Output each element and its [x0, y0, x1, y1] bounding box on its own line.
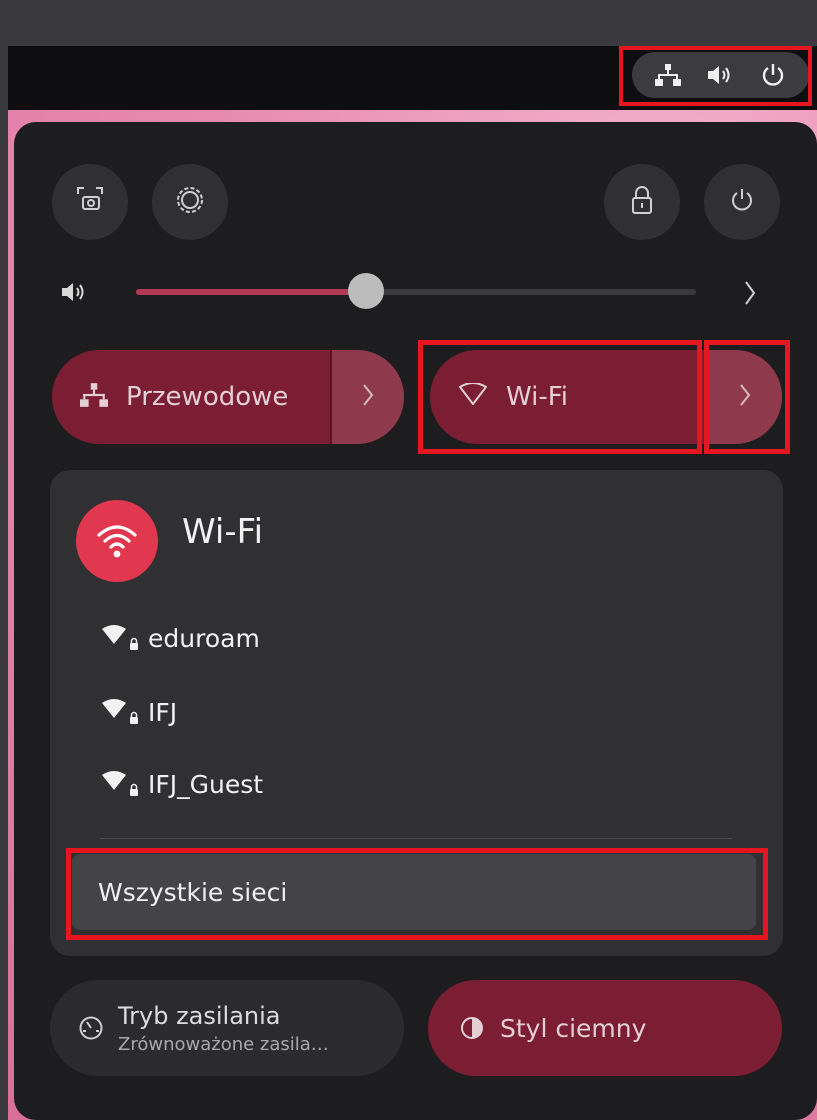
network-item-eduroam[interactable]: eduroam	[100, 618, 260, 658]
power-mode-title: Tryb zasilania	[118, 1001, 281, 1030]
settings-button[interactable]	[152, 164, 228, 240]
wifi-arrow-highlight	[704, 340, 790, 454]
settings-icon	[174, 184, 206, 220]
window-top-edge	[0, 0, 817, 46]
power-off-button[interactable]	[704, 164, 780, 240]
dark-style-label: Styl ciemny	[500, 1013, 647, 1043]
volume-icon	[60, 278, 92, 306]
chevron-right-icon	[360, 380, 376, 414]
dark-style-toggle[interactable]: Styl ciemny	[428, 980, 782, 1076]
power-mode-icon	[78, 1015, 104, 1041]
screenshot-button[interactable]	[52, 164, 128, 240]
volume-fill	[136, 289, 366, 295]
volume-menu-chevron-icon[interactable]	[740, 278, 760, 308]
network-name: eduroam	[148, 623, 260, 653]
network-wired-icon	[80, 382, 108, 412]
lock-button[interactable]	[604, 164, 680, 240]
tray-highlight	[619, 46, 812, 106]
network-item-ifj-guest[interactable]: IFJ_Guest	[100, 764, 263, 804]
volume-slider[interactable]	[136, 273, 696, 309]
network-name: IFJ_Guest	[148, 769, 264, 799]
wired-label: Przewodowe	[126, 382, 289, 412]
power-mode-subtitle: Zrównoważone zasila…	[118, 1033, 329, 1055]
background-edge	[0, 46, 8, 1120]
wifi-menu-title: Wi-Fi	[182, 512, 264, 552]
wifi-icon	[76, 500, 158, 582]
wired-toggle[interactable]: Przewodowe	[52, 350, 404, 444]
screenshot-icon	[75, 185, 105, 219]
wired-toggle-main[interactable]: Przewodowe	[52, 350, 288, 444]
volume-slider-handle[interactable]	[348, 273, 384, 309]
network-item-ifj[interactable]: IFJ	[100, 692, 177, 732]
network-name: IFJ	[148, 697, 178, 727]
wifi-secured-icon	[100, 769, 140, 799]
dark-style-icon	[460, 1016, 484, 1040]
power-off-icon	[728, 186, 756, 218]
wifi-secured-icon	[100, 623, 140, 653]
all-networks-highlight	[66, 848, 768, 940]
menu-separator	[100, 838, 732, 839]
power-mode-toggle[interactable]: Tryb zasilania Zrównoważone zasila…	[50, 980, 404, 1076]
wifi-secured-icon	[100, 697, 140, 727]
wifi-toggle-highlight	[418, 340, 702, 454]
lock-icon	[628, 184, 656, 220]
wired-menu-button[interactable]	[330, 350, 404, 444]
